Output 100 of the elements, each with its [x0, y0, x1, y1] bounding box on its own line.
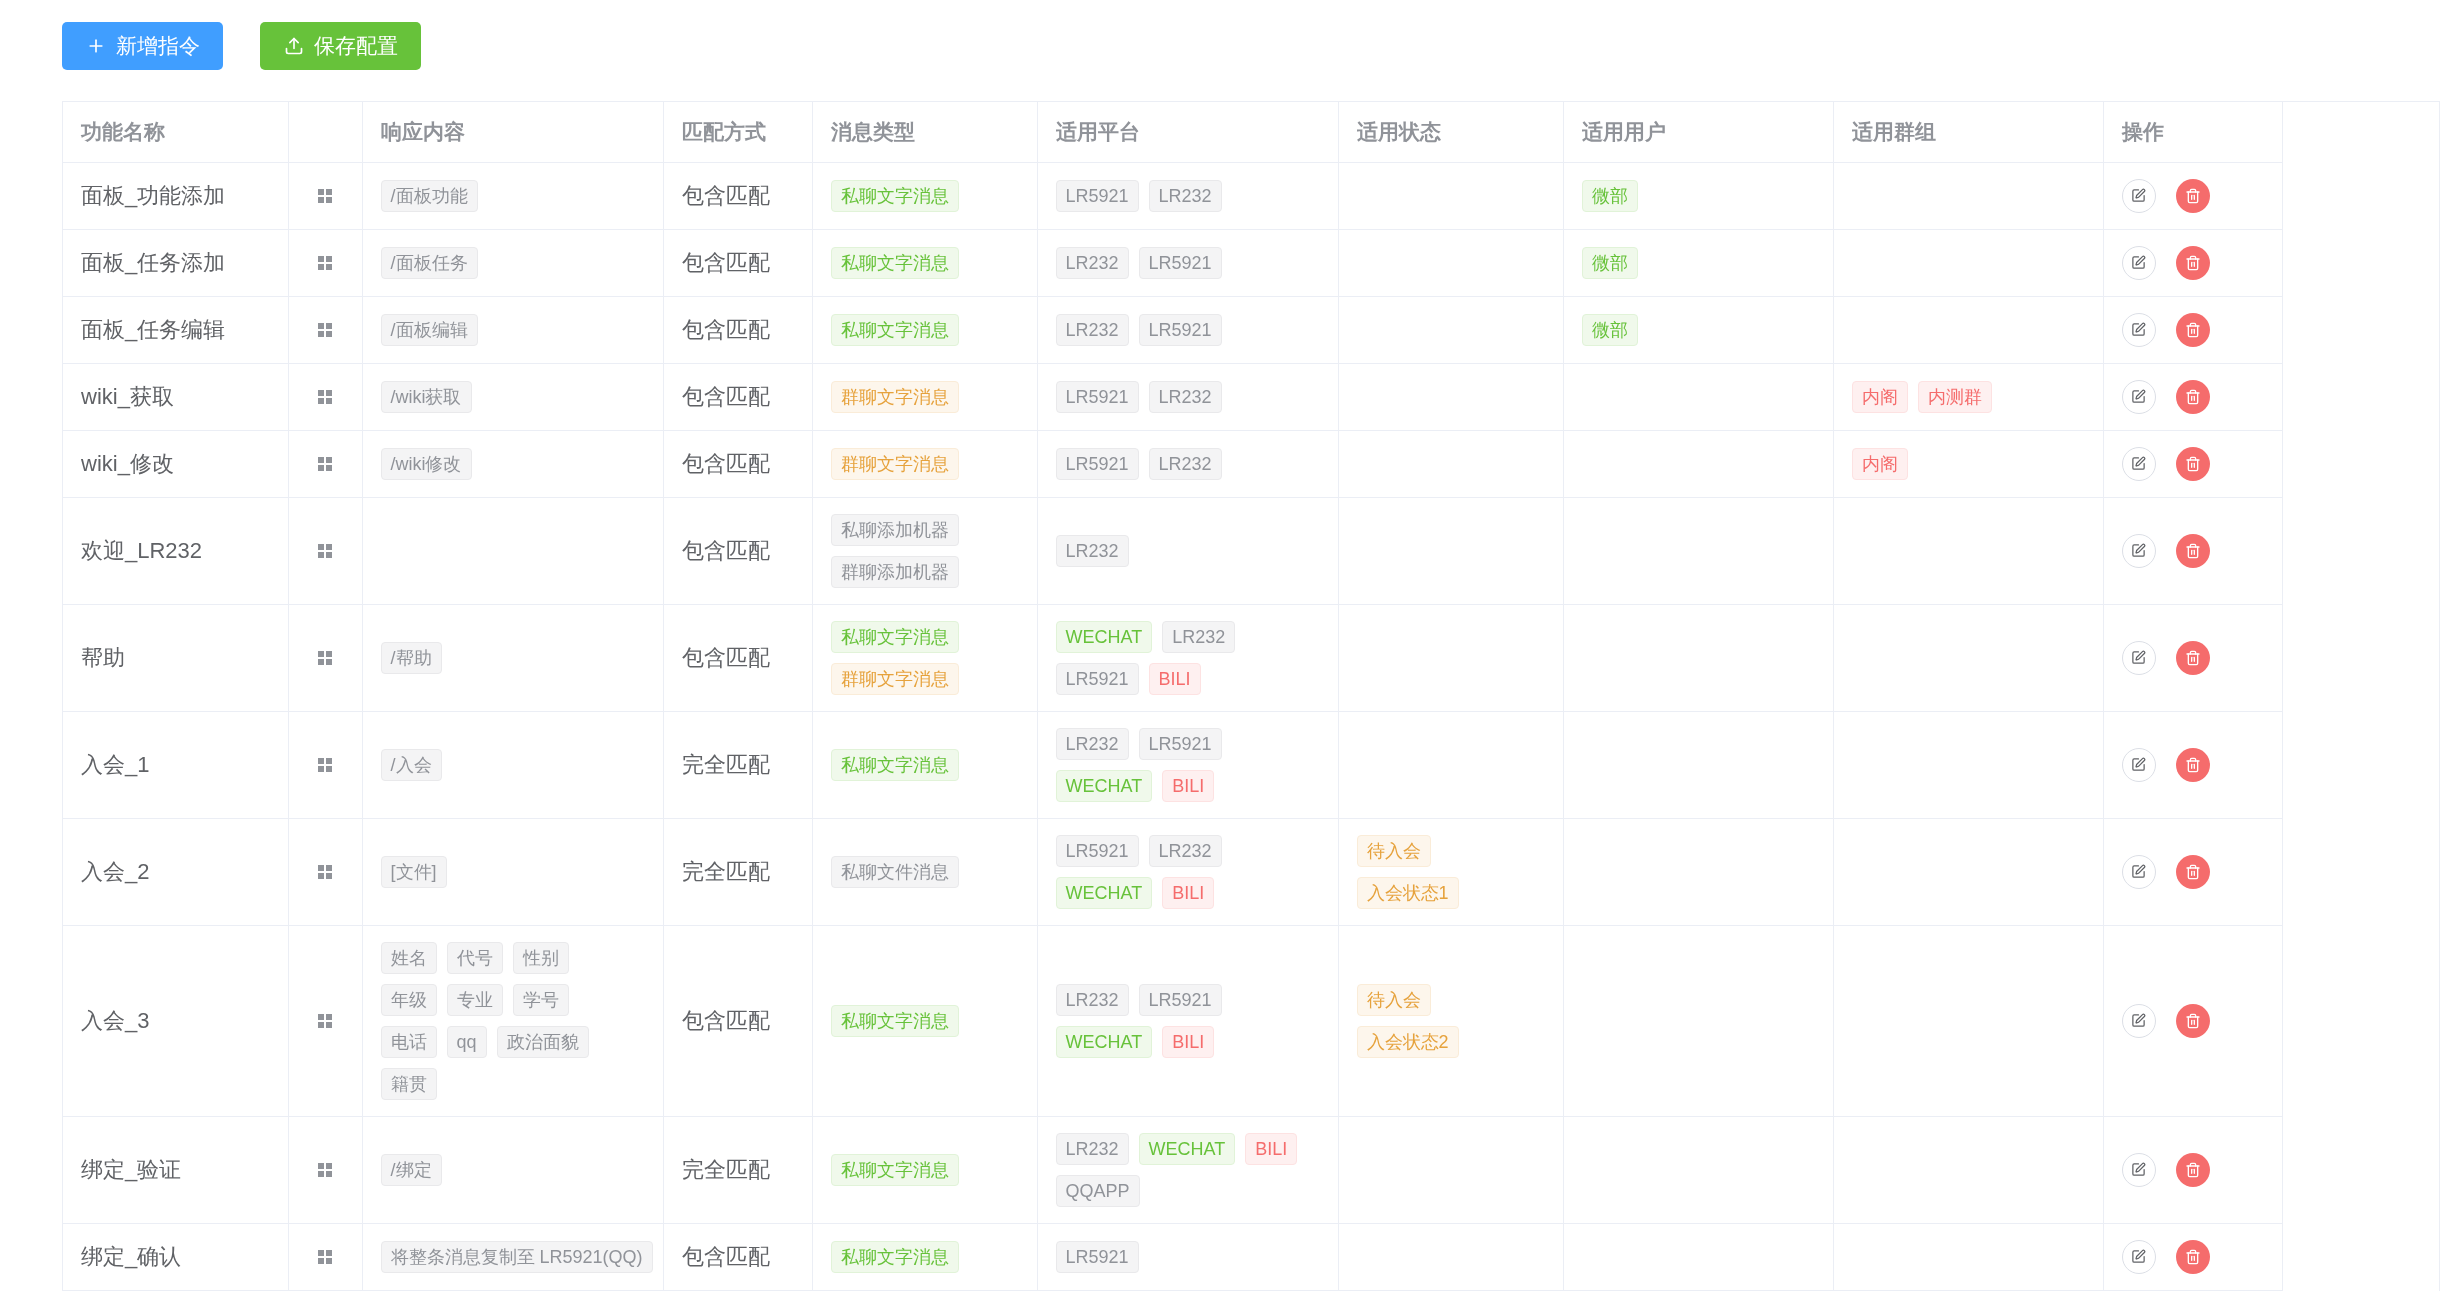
add-button[interactable]: 新增指令 [62, 22, 223, 70]
column-header: 适用用户 [1581, 120, 1666, 143]
tag: LR232 [1055, 534, 1129, 567]
edit-button[interactable] [2121, 1003, 2156, 1038]
function-name: wiki_修改 [81, 451, 174, 476]
delete-button[interactable] [2175, 854, 2210, 889]
function-name: 面板_功能添加 [81, 183, 226, 208]
edit-button[interactable] [2121, 312, 2156, 347]
edit-button[interactable] [2121, 245, 2156, 280]
drag-handle-icon[interactable] [317, 650, 333, 667]
trash-icon [2184, 254, 2201, 271]
tag: LR232 [1055, 727, 1129, 760]
edit-button[interactable] [2121, 747, 2156, 782]
trash-icon [2184, 321, 2201, 338]
tag: 私聊文件消息 [830, 855, 959, 888]
delete-button[interactable] [2175, 1239, 2210, 1274]
tag: 群聊文字消息 [830, 447, 959, 480]
column-header: 响应内容 [380, 120, 465, 143]
delete-button[interactable] [2175, 1152, 2210, 1187]
tag: 内阁 [1851, 447, 1908, 480]
trash-icon [2184, 863, 2201, 880]
edit-button[interactable] [2121, 178, 2156, 213]
function-name: wiki_获取 [81, 384, 174, 409]
pencil-icon [2131, 1013, 2146, 1028]
edit-button[interactable] [2121, 446, 2156, 481]
function-name: 面板_任务添加 [81, 250, 226, 275]
tag: BILI [1148, 662, 1201, 695]
tag: 学号 [512, 983, 569, 1016]
drag-handle-icon[interactable] [317, 1013, 333, 1030]
edit-button[interactable] [2121, 640, 2156, 675]
tag: BILI [1162, 769, 1215, 802]
delete-button[interactable] [2175, 747, 2210, 782]
tag: LR232 [1055, 313, 1129, 346]
match-mode: 包含匹配 [681, 451, 770, 476]
delete-button[interactable] [2175, 178, 2210, 213]
pencil-icon [2131, 757, 2146, 772]
tag: 待入会 [1356, 834, 1431, 867]
tag: 私聊文字消息 [830, 1004, 959, 1037]
column-header: 操作 [2121, 120, 2164, 143]
trash-icon [2184, 388, 2201, 405]
tag: 私聊文字消息 [830, 313, 959, 346]
tag: 微部 [1581, 246, 1638, 279]
drag-handle-icon[interactable] [317, 322, 333, 339]
tag: 私聊文字消息 [830, 1153, 959, 1186]
tag: LR232 [1055, 246, 1129, 279]
drag-handle-icon[interactable] [317, 456, 333, 473]
tag: /帮助 [380, 641, 442, 674]
tag: 私聊文字消息 [830, 246, 959, 279]
match-mode: 包含匹配 [681, 1244, 770, 1269]
delete-button[interactable] [2175, 1003, 2210, 1038]
drag-handle-icon[interactable] [317, 1249, 333, 1266]
edit-button[interactable] [2121, 1152, 2156, 1187]
tag: 政治面貌 [496, 1025, 589, 1058]
edit-button[interactable] [2121, 533, 2156, 568]
pencil-icon [2131, 650, 2146, 665]
column-header: 适用平台 [1055, 120, 1140, 143]
edit-button[interactable] [2121, 1239, 2156, 1274]
trash-icon [2184, 455, 2201, 472]
save-button[interactable]: 保存配置 [260, 22, 421, 70]
match-mode: 包含匹配 [681, 183, 770, 208]
drag-handle-icon[interactable] [317, 757, 333, 774]
delete-button[interactable] [2175, 640, 2210, 675]
tag: 待入会 [1356, 983, 1431, 1016]
function-name: 入会_2 [81, 859, 150, 884]
pencil-icon [2131, 456, 2146, 471]
tag: LR232 [1148, 380, 1222, 413]
tag: LR5921 [1055, 834, 1139, 867]
tag: 入会状态2 [1356, 1025, 1459, 1058]
edit-button[interactable] [2121, 379, 2156, 414]
match-mode: 完全匹配 [681, 1157, 770, 1182]
drag-handle-icon[interactable] [317, 255, 333, 272]
drag-handle-icon[interactable] [317, 188, 333, 205]
tag: 性别 [512, 941, 569, 974]
tag: qq [446, 1025, 487, 1058]
function-name: 帮助 [81, 645, 125, 670]
function-name: 欢迎_LR232 [81, 538, 203, 563]
delete-button[interactable] [2175, 245, 2210, 280]
delete-button[interactable] [2175, 446, 2210, 481]
trash-icon [2184, 187, 2201, 204]
drag-handle-icon[interactable] [317, 1162, 333, 1179]
tag: WECHAT [1138, 1132, 1236, 1165]
drag-handle-icon[interactable] [317, 543, 333, 560]
edit-button[interactable] [2121, 854, 2156, 889]
delete-button[interactable] [2175, 533, 2210, 568]
tag: 年级 [380, 983, 437, 1016]
tag: BILI [1162, 1025, 1215, 1058]
tag: LR5921 [1138, 313, 1222, 346]
tag: 私聊添加机器 [830, 513, 959, 546]
tag: LR5921 [1055, 447, 1139, 480]
drag-handle-icon[interactable] [317, 389, 333, 406]
drag-handle-icon[interactable] [317, 864, 333, 881]
column-header: 功能名称 [81, 120, 165, 143]
tag: WECHAT [1055, 1025, 1153, 1058]
delete-button[interactable] [2175, 312, 2210, 347]
delete-button[interactable] [2175, 379, 2210, 414]
tag: LR5921 [1055, 380, 1139, 413]
pencil-icon [2131, 322, 2146, 337]
match-mode: 包含匹配 [681, 1008, 770, 1033]
tag: 私聊文字消息 [830, 620, 959, 653]
tag: 内测群 [1917, 380, 1992, 413]
